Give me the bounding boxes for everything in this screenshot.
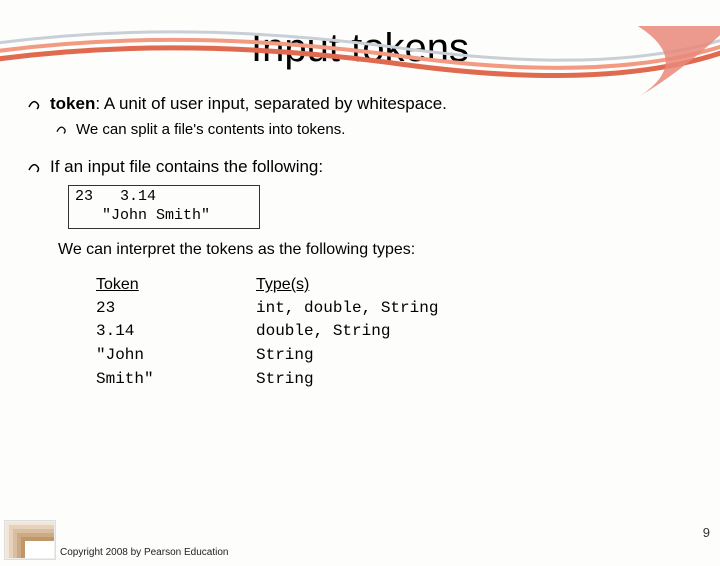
token-cell: "John [96, 345, 254, 367]
types-cell: String [256, 369, 438, 391]
table-row: 23 int, double, String [96, 298, 438, 320]
page-number: 9 [703, 525, 710, 540]
token-cell: 23 [96, 298, 254, 320]
slide-title: Input tokens [0, 26, 720, 71]
copyright-text: Copyright 2008 by Pearson Education [60, 547, 228, 558]
types-cell: double, String [256, 321, 438, 343]
bullet-text: token: A unit of user input, separated b… [50, 93, 447, 116]
token-cell: Smith" [96, 369, 254, 391]
bullet-text: We can split a file's contents into toke… [76, 120, 345, 140]
table-row: "John String [96, 345, 438, 367]
bullet-sub-1: We can split a file's contents into toke… [28, 120, 692, 140]
interpret-text: We can interpret the tokens as the follo… [28, 239, 692, 261]
bullet-main-1: token: A unit of user input, separated b… [28, 93, 692, 116]
table-row: Smith" String [96, 369, 438, 391]
bullet-main-2: If an input file contains the following: [28, 156, 692, 179]
curl-bullet-icon [56, 124, 70, 136]
table-row: 3.14 double, String [96, 321, 438, 343]
token-cell: 3.14 [96, 321, 254, 343]
bullet-text: If an input file contains the following: [50, 156, 323, 179]
curl-bullet-icon [28, 161, 44, 175]
corner-thumbnail [4, 520, 56, 560]
code-box: 23 3.14 "John Smith" [68, 185, 260, 229]
types-cell: int, double, String [256, 298, 438, 320]
curl-bullet-icon [28, 98, 44, 112]
table-header: Token Type(s) [96, 274, 438, 296]
col-header: Token [96, 276, 139, 293]
types-cell: String [256, 345, 438, 367]
token-table: Token Type(s) 23 int, double, String 3.1… [94, 272, 440, 392]
bold-term: token [50, 94, 95, 113]
slide-body: token: A unit of user input, separated b… [0, 93, 720, 392]
col-header: Type(s) [256, 276, 309, 293]
